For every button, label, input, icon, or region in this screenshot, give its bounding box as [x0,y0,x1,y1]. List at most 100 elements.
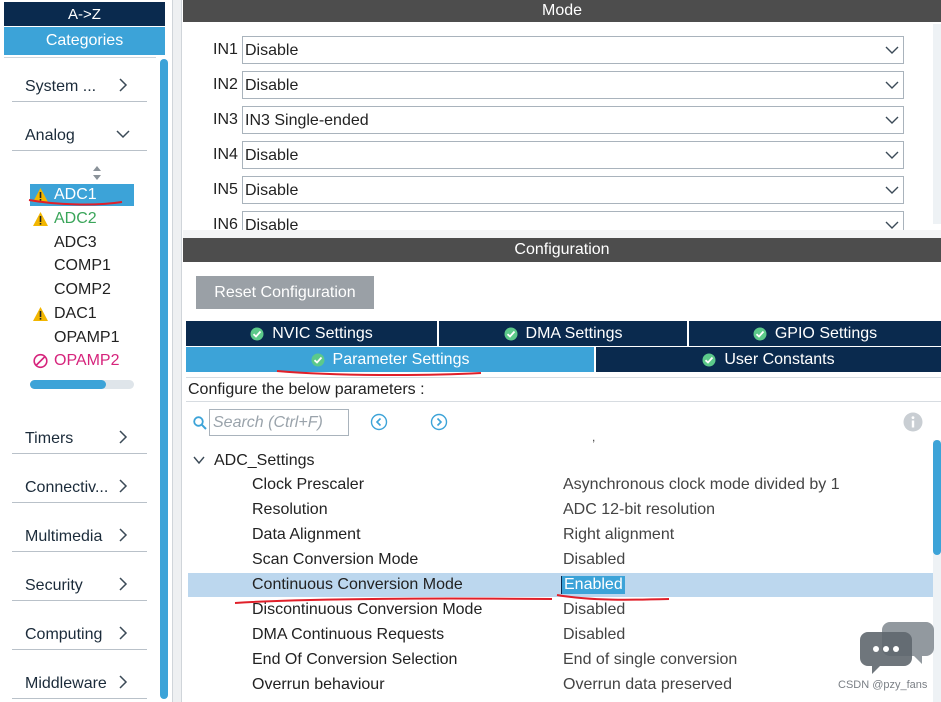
configuration-header: Configuration [183,238,941,262]
analog-item-opamp2[interactable]: OPAMP2 [30,350,134,372]
in4-select[interactable]: Disable [242,141,904,169]
sort-arrows-icon[interactable] [91,165,103,181]
category-security[interactable]: Security [12,556,147,601]
check-circle-icon [311,353,325,366]
in1-select[interactable]: Disable [242,36,904,64]
warning-icon [33,188,48,202]
search-input[interactable] [209,409,349,436]
category-middleware[interactable]: Middleware [12,654,147,699]
chevron-down-icon [885,186,899,194]
parameter-row[interactable]: End Of Conversion Selection End of singl… [188,648,933,672]
category-connectivity[interactable]: Connectiv... [12,458,147,503]
input-label: IN3 [213,111,238,128]
parameter-tree: ADC_Settings Clock Prescaler Asynchronou… [188,447,933,702]
analog-item-adc1[interactable]: ADC1 [30,184,134,206]
analog-item-adc2[interactable]: ADC2 [30,208,134,230]
parameter-row[interactable]: DMA Continuous Requests Disabled [188,623,933,647]
parameter-name: Scan Conversion Mode [252,551,419,568]
mode-input-row: IN3 IN3 Single-ended [183,106,923,134]
categories-scrollbar[interactable] [158,57,170,702]
tab-dma-settings[interactable]: DMA Settings [439,321,687,346]
parameter-row[interactable]: Discontinuous Conversion Mode Disabled [188,598,933,622]
parameter-row[interactable]: Overrun behaviour Overrun data preserved [188,673,933,697]
mode-input-row: IN6 Disable [183,211,923,230]
tab-label: Parameter Settings [332,351,470,368]
input-label: IN1 [213,41,238,58]
mode-input-row: IN1 Disable [183,36,923,64]
parameter-row-selected[interactable]: Continuous Conversion Mode Enabled [188,573,933,597]
chevron-down-icon [885,81,899,89]
parameter-value[interactable]: Right alignment [563,526,674,544]
disabled-icon [33,353,48,369]
category-analog[interactable]: Analog [12,106,147,151]
search-icon [193,416,207,430]
parameter-row[interactable]: Clock Prescaler Asynchronous clock mode … [188,473,933,497]
parameter-row[interactable]: Data Alignment Right alignment [188,523,933,547]
input-label: IN5 [213,181,238,198]
panel-separator[interactable] [183,230,941,238]
check-circle-icon [250,327,264,340]
in5-select[interactable]: Disable [242,176,904,204]
parameter-value[interactable]: Disabled [563,626,625,644]
category-label: Connectiv... [25,479,109,496]
in6-select[interactable]: Disable [242,211,904,230]
watermark: CSDN @pzy_fans [838,679,928,691]
analog-item-adc3[interactable]: ADC3 [30,232,134,254]
in2-select[interactable]: Disable [242,71,904,99]
stray-mark: , [592,430,596,444]
tab-label: User Constants [724,351,835,368]
chat-bubble-icon[interactable] [860,618,934,674]
panel-splitter[interactable] [172,0,182,702]
check-circle-icon [702,353,716,366]
mode-input-row: IN4 Disable [183,141,923,169]
parameter-name: Discontinuous Conversion Mode [252,601,483,618]
input-label: IN2 [213,76,238,93]
check-circle-icon [504,327,518,340]
select-value: Disable [245,147,299,164]
chevron-down-icon [193,456,205,465]
mode-panel: IN1 Disable IN2 Disable IN3 IN3 Single-e… [183,22,941,230]
category-label: System ... [25,78,97,95]
in3-select[interactable]: IN3 Single-ended [242,106,904,134]
chevron-down-icon [116,130,130,139]
reset-configuration-button[interactable]: Reset Configuration [196,276,374,309]
category-label: Security [25,577,83,594]
category-multimedia[interactable]: Multimedia [12,507,147,552]
category-timers[interactable]: Timers [12,409,147,454]
parameter-value[interactable]: End of single conversion [563,651,737,669]
parameter-name: End Of Conversion Selection [252,651,458,668]
categories-tab[interactable]: Categories [4,27,165,55]
tab-gpio-settings[interactable]: GPIO Settings [689,321,941,346]
tab-label: NVIC Settings [272,325,373,342]
chevron-down-icon [885,221,899,229]
parameter-value[interactable]: Disabled [563,551,625,569]
next-result-icon[interactable] [430,413,448,431]
analog-list-scrollbar[interactable] [30,380,134,389]
sort-az-button[interactable]: A->Z [4,2,165,26]
chevron-right-icon [119,430,128,444]
parameter-row[interactable]: Resolution ADC 12-bit resolution [188,498,933,522]
parameter-row[interactable]: Scan Conversion Mode Disabled [188,548,933,572]
analog-item-label: DAC1 [54,305,97,322]
category-computing[interactable]: Computing [12,605,147,650]
parameter-value[interactable]: Asynchronous clock mode divided by 1 [563,476,840,494]
parameter-value-editor[interactable]: Enabled [561,576,625,594]
parameter-scrollbar[interactable] [933,440,941,702]
tab-label: DMA Settings [525,325,623,342]
previous-result-icon[interactable] [370,413,388,431]
category-system[interactable]: System ... [12,57,147,102]
analog-item-comp2[interactable]: COMP2 [30,279,134,301]
tab-nvic-settings[interactable]: NVIC Settings [186,321,437,346]
analog-item-comp1[interactable]: COMP1 [30,255,134,277]
parameter-value[interactable]: Overrun data preserved [563,676,732,694]
configure-instructions: Configure the below parameters : [186,377,941,402]
mode-scrollbar[interactable] [933,24,941,224]
analog-item-opamp1[interactable]: OPAMP1 [30,327,134,349]
analog-item-label: ADC2 [54,210,97,227]
info-icon[interactable] [903,412,923,432]
analog-item-dac1[interactable]: DAC1 [30,303,134,325]
parameter-value[interactable]: Disabled [563,601,625,619]
parameter-value[interactable]: ADC 12-bit resolution [563,501,715,519]
tab-parameter-settings[interactable]: Parameter Settings [186,347,594,372]
tab-user-constants[interactable]: User Constants [596,347,941,372]
